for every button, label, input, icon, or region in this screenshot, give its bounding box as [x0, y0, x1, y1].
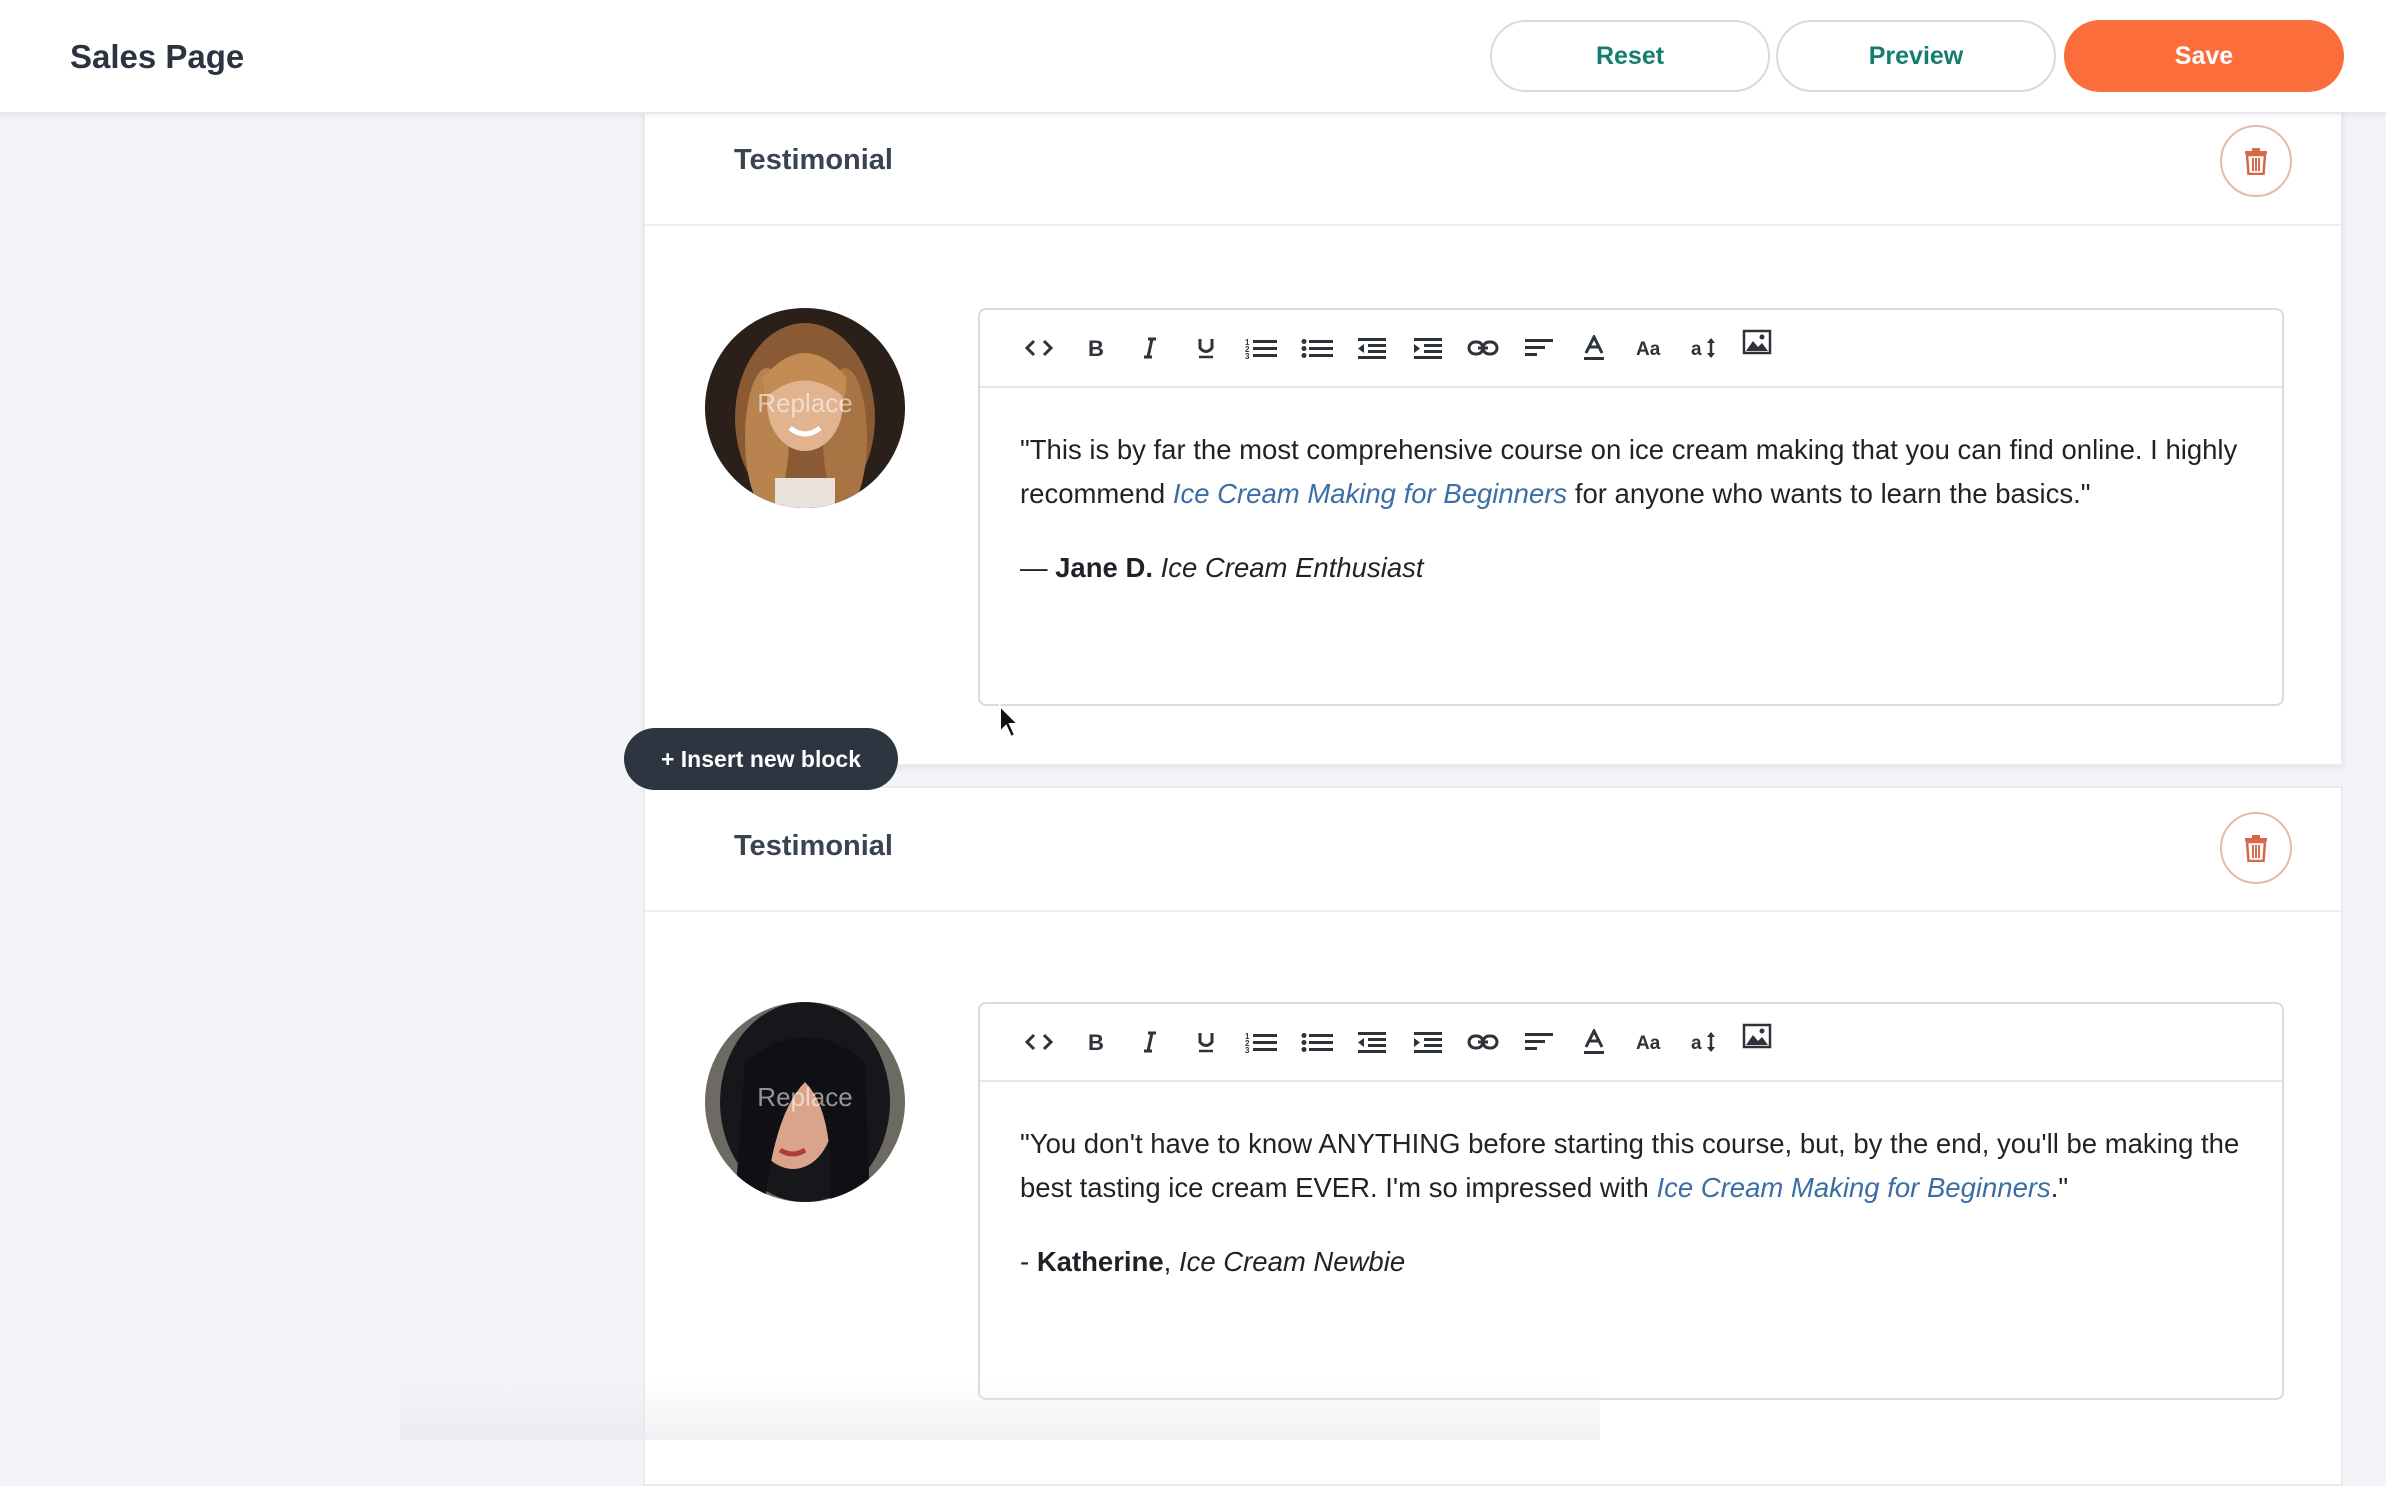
- signature-separator: [1153, 552, 1161, 583]
- editor-content[interactable]: "You don't have to know ANYTHING before …: [1020, 1122, 2250, 1284]
- indent-icon[interactable]: [1406, 328, 1450, 368]
- block-title: Testimonial: [734, 144, 893, 176]
- unordered-list-icon[interactable]: [1295, 328, 1339, 368]
- testimonial-block: Testimonial Replace: [643, 100, 2343, 766]
- quote-text-end: .": [2050, 1172, 2069, 1203]
- link-icon[interactable]: [1461, 328, 1505, 368]
- testimonial-quote: "You don't have to know ANYTHING before …: [1020, 1122, 2250, 1210]
- ordered-list-icon[interactable]: 123: [1239, 328, 1283, 368]
- author-role: Ice Cream Newbie: [1178, 1246, 1406, 1277]
- indent-icon[interactable]: [1406, 1022, 1450, 1062]
- italic-icon[interactable]: [1128, 328, 1172, 368]
- unordered-list-icon[interactable]: [1295, 1022, 1339, 1062]
- testimonial-signature: — Jane D. Ice Cream Enthusiast: [1020, 546, 2250, 590]
- underline-icon[interactable]: [1184, 328, 1228, 368]
- underline-icon[interactable]: [1184, 1022, 1228, 1062]
- reset-button[interactable]: Reset: [1490, 20, 1770, 92]
- svg-text:a: a: [1691, 1033, 1702, 1054]
- outdent-icon[interactable]: [1350, 1022, 1394, 1062]
- avatar-replace-label: Replace: [757, 388, 853, 418]
- author-role: Ice Cream Enthusiast: [1160, 552, 1424, 583]
- line-height-icon[interactable]: a: [1683, 328, 1727, 368]
- image-icon[interactable]: [1735, 1016, 1779, 1056]
- block-title: Testimonial: [734, 830, 893, 862]
- avatar-replace[interactable]: Replace: [705, 1002, 905, 1202]
- testimonial-quote: "This is by far the most comprehensive c…: [1020, 428, 2250, 516]
- line-height-icon[interactable]: a: [1683, 1022, 1727, 1062]
- editor-toolbar: B 123 Aa a: [980, 1004, 2282, 1082]
- delete-block-button[interactable]: [2220, 812, 2292, 884]
- svg-text:a: a: [1691, 339, 1702, 360]
- bold-icon[interactable]: B: [1073, 328, 1117, 368]
- svg-text:Aa: Aa: [1636, 1033, 1661, 1053]
- page-title: Sales Page: [70, 38, 245, 75]
- svg-text:B: B: [1088, 1031, 1104, 1053]
- code-icon[interactable]: [1017, 1022, 1061, 1062]
- image-icon[interactable]: [1735, 322, 1779, 362]
- avatar-replace[interactable]: Replace: [705, 308, 905, 508]
- svg-text:B: B: [1088, 337, 1104, 359]
- font-size-icon[interactable]: Aa: [1628, 328, 1672, 368]
- code-icon[interactable]: [1017, 328, 1061, 368]
- align-left-icon[interactable]: [1517, 328, 1561, 368]
- top-bar: Sales Page Reset Preview Save: [0, 0, 2386, 114]
- outdent-icon[interactable]: [1350, 328, 1394, 368]
- editor-toolbar: B 123 Aa a: [980, 310, 2282, 388]
- svg-text:Aa: Aa: [1636, 339, 1661, 359]
- trash-icon: [2245, 148, 2267, 175]
- save-button[interactable]: Save: [2064, 20, 2344, 92]
- avatar-replace-label: Replace: [757, 1082, 853, 1112]
- font-size-icon[interactable]: Aa: [1628, 1022, 1672, 1062]
- editor-content[interactable]: "This is by far the most comprehensive c…: [1020, 428, 2250, 590]
- signature-dash: —: [1020, 552, 1056, 583]
- author-name: Jane D.: [1055, 552, 1153, 583]
- text-color-icon[interactable]: [1572, 328, 1616, 368]
- svg-text:3: 3: [1245, 352, 1250, 359]
- rich-text-editor[interactable]: B 123: [978, 1002, 2284, 1400]
- ordered-list-icon[interactable]: 123: [1239, 1022, 1283, 1062]
- course-link[interactable]: Ice Cream Making for Beginners: [1656, 1172, 2050, 1203]
- mouse-cursor-icon: [999, 704, 1021, 739]
- testimonial-signature: - Katherine, Ice Cream Newbie: [1020, 1240, 2250, 1284]
- text-color-icon[interactable]: [1572, 1022, 1616, 1062]
- delete-block-button[interactable]: [2220, 125, 2292, 197]
- signature-separator: ,: [1163, 1246, 1179, 1277]
- trash-icon: [2245, 835, 2267, 862]
- bold-icon[interactable]: B: [1073, 1022, 1117, 1062]
- course-link[interactable]: Ice Cream Making for Beginners: [1173, 478, 1567, 509]
- quote-text-end: for anyone who wants to learn the basics…: [1567, 478, 2091, 509]
- svg-text:3: 3: [1245, 1046, 1250, 1053]
- align-left-icon[interactable]: [1517, 1022, 1561, 1062]
- block-header: Testimonial: [645, 788, 2341, 912]
- author-name: Katherine: [1036, 1246, 1164, 1277]
- insert-new-block-button[interactable]: + Insert new block: [624, 728, 898, 790]
- signature-dash: -: [1020, 1246, 1037, 1277]
- testimonial-block: Testimonial Replace: [643, 786, 2343, 1486]
- rich-text-editor[interactable]: B 123: [978, 308, 2284, 706]
- link-icon[interactable]: [1461, 1022, 1505, 1062]
- italic-icon[interactable]: [1128, 1022, 1172, 1062]
- preview-button[interactable]: Preview: [1776, 20, 2056, 92]
